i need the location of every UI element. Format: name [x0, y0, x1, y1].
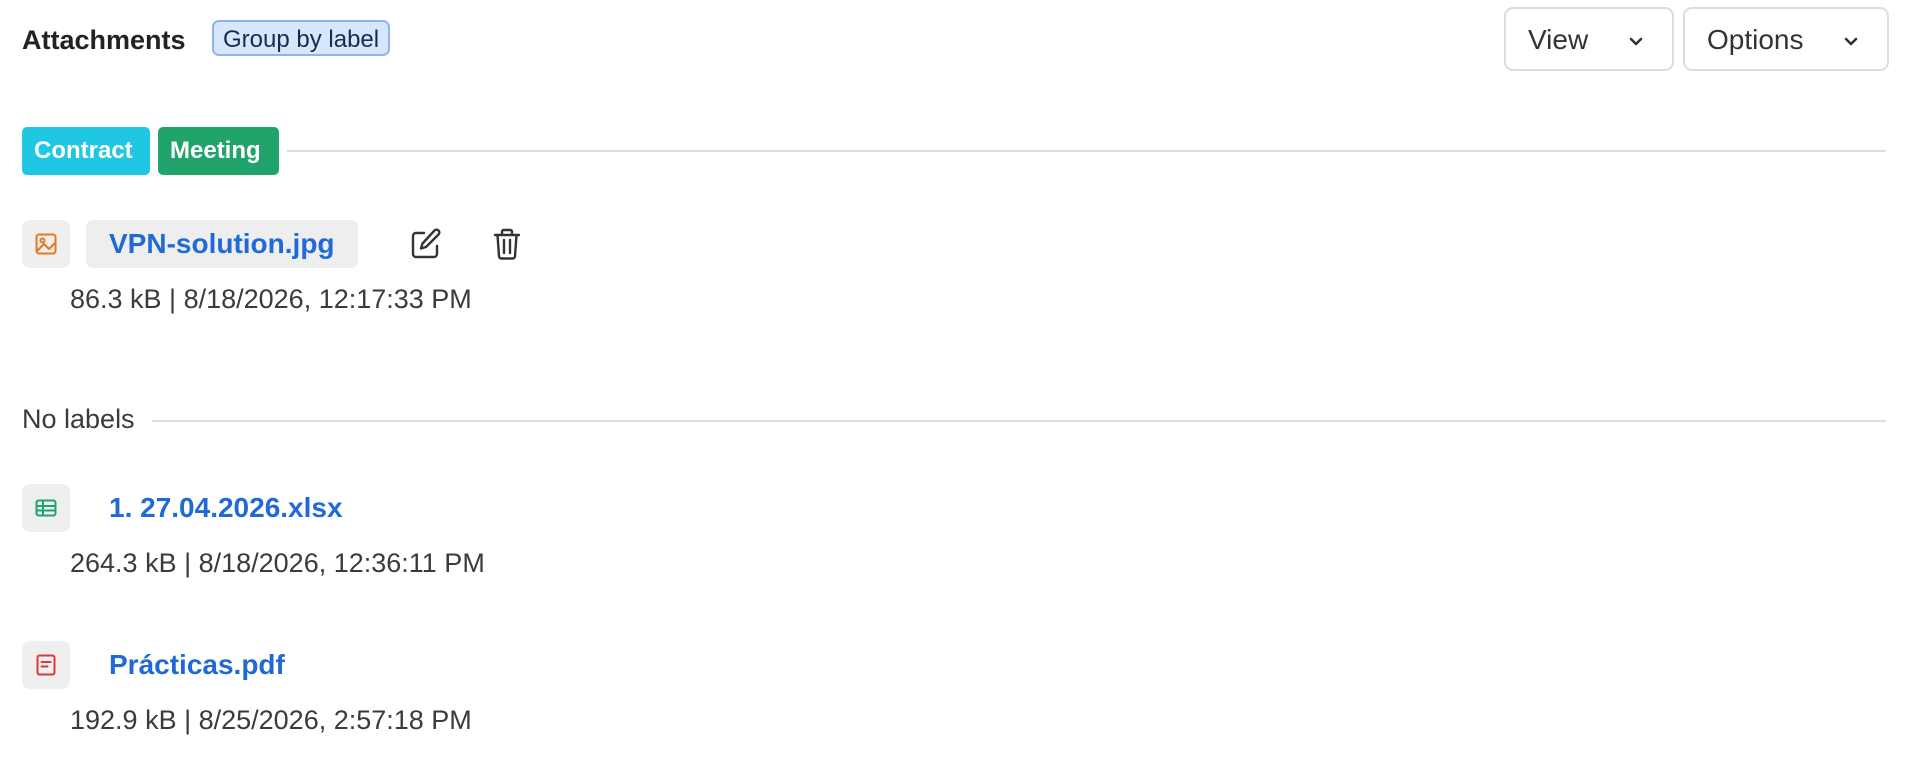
chevron-down-icon	[1629, 37, 1643, 46]
divider	[287, 150, 1886, 152]
divider	[152, 420, 1886, 422]
document-file-icon	[36, 654, 56, 676]
file-type-badge	[22, 220, 70, 268]
edit-icon	[411, 228, 441, 259]
attachment-link[interactable]: 1. 27.04.2026.xlsx	[86, 484, 366, 532]
label-group-header: Contract Meeting	[22, 127, 1886, 175]
tag-contract[interactable]: Contract	[22, 127, 150, 175]
attachment-item: VPN-solution.jpg 86.3 kB | 8/18/2026, 12…	[22, 220, 822, 330]
attachment-link[interactable]: Prácticas.pdf	[86, 641, 308, 689]
attachment-link[interactable]: VPN-solution.jpg	[86, 220, 358, 268]
file-type-badge	[22, 484, 70, 532]
attachments-panel: Attachments Group by label View Options …	[0, 0, 1908, 784]
options-dropdown-label: Options	[1707, 24, 1804, 55]
no-labels-heading: No labels	[22, 404, 135, 434]
view-dropdown-button[interactable]: View	[1504, 7, 1674, 71]
trash-icon	[493, 228, 521, 260]
spreadsheet-file-icon	[35, 499, 57, 517]
tag-meeting[interactable]: Meeting	[158, 127, 279, 175]
image-file-icon	[35, 233, 57, 255]
options-dropdown-button[interactable]: Options	[1683, 7, 1889, 71]
delete-button[interactable]	[487, 224, 527, 264]
attachment-item: Prácticas.pdf 192.9 kB | 8/25/2026, 2:57…	[22, 641, 822, 751]
attachment-meta: 264.3 kB | 8/18/2026, 12:36:11 PM	[70, 548, 485, 578]
file-type-badge	[22, 641, 70, 689]
attachment-meta: 192.9 kB | 8/25/2026, 2:57:18 PM	[70, 705, 472, 735]
view-dropdown-label: View	[1528, 24, 1589, 55]
attachments-header: Attachments Group by label View Options	[22, 7, 1889, 71]
group-by-label-chip[interactable]: Group by label	[212, 20, 391, 56]
edit-button[interactable]	[406, 224, 446, 264]
chevron-down-icon	[1844, 37, 1858, 46]
attachment-item: 1. 27.04.2026.xlsx 264.3 kB | 8/18/2026,…	[22, 484, 822, 594]
attachment-meta: 86.3 kB | 8/18/2026, 12:17:33 PM	[70, 284, 472, 314]
page-title: Attachments	[22, 25, 186, 55]
